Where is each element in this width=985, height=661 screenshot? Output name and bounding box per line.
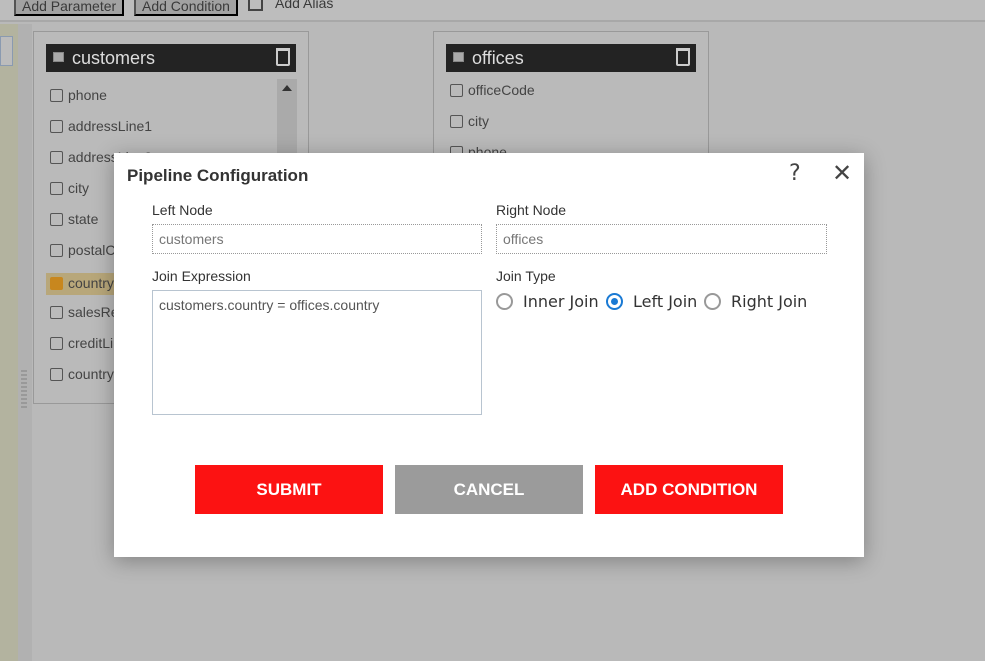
node-title: customers [72, 48, 156, 68]
submit-button[interactable]: SUBMIT [195, 465, 383, 514]
field-name: city [68, 180, 89, 196]
sidebar-collapse-tab[interactable] [0, 36, 13, 66]
radio-selected-icon[interactable] [606, 293, 623, 310]
checkbox-icon[interactable] [50, 213, 63, 226]
checkbox-icon[interactable] [450, 84, 463, 97]
join-expression-label: Join Expression [152, 268, 251, 284]
right-node-input[interactable] [496, 224, 827, 254]
checkbox-icon[interactable] [450, 115, 463, 128]
add-condition-button[interactable]: ADD CONDITION [595, 465, 783, 514]
node-header[interactable]: customers [46, 44, 296, 72]
splitter[interactable] [18, 24, 32, 661]
field-item[interactable]: addressLine1 [50, 118, 152, 134]
toolbar: Add Parameter Add Condition Add Alias [0, 0, 985, 22]
add-alias-label: Add Alias [275, 0, 334, 11]
trash-icon[interactable] [276, 48, 290, 66]
field-name: phone [68, 87, 107, 103]
checkbox-icon[interactable] [50, 337, 63, 350]
radio-icon[interactable] [704, 293, 721, 310]
node-header[interactable]: offices [446, 44, 696, 72]
left-node-input[interactable] [152, 224, 482, 254]
checkbox-icon[interactable] [50, 182, 63, 195]
table-icon [53, 52, 64, 62]
join-expression-input[interactable]: customers.country = offices.country [152, 290, 482, 415]
field-name: state [68, 211, 99, 227]
field-item[interactable]: country [50, 366, 114, 382]
add-parameter-button[interactable]: Add Parameter [14, 0, 125, 16]
right-node-label: Right Node [496, 202, 567, 218]
node-offices[interactable]: offices officeCode city phone [433, 31, 709, 171]
checkbox-icon[interactable] [50, 306, 63, 319]
field-item[interactable]: city [50, 180, 89, 196]
scroll-up-icon[interactable] [282, 85, 292, 91]
dialog-title: Pipeline Configuration [127, 166, 309, 185]
checkbox-icon[interactable] [50, 244, 63, 257]
checkbox-icon[interactable] [50, 89, 63, 102]
checkbox-icon[interactable] [50, 368, 63, 381]
radio-inner-join[interactable]: Inner Join [496, 292, 599, 311]
radio-right-join[interactable]: Right Join [704, 292, 807, 311]
field-item[interactable]: city [450, 113, 489, 129]
close-icon[interactable]: ✕ [832, 159, 852, 187]
table-icon [453, 52, 464, 62]
radio-icon[interactable] [496, 293, 513, 310]
field-name: addressLine1 [68, 118, 153, 134]
field-item[interactable]: phone [50, 87, 107, 103]
add-alias-checkbox[interactable] [248, 0, 263, 11]
join-type-label: Join Type [496, 268, 556, 284]
field-name: officeCode [468, 82, 535, 98]
checkbox-icon[interactable] [50, 151, 63, 164]
field-name: country [68, 275, 114, 291]
trash-icon[interactable] [676, 48, 690, 66]
add-condition-toolbar-button[interactable]: Add Condition [134, 0, 238, 16]
left-sidebar [0, 24, 18, 661]
field-item[interactable]: officeCode [450, 82, 535, 98]
field-name: country [68, 366, 114, 382]
grip-icon [21, 370, 27, 410]
pipeline-configuration-dialog: Pipeline Configuration ? ✕ Left Node Rig… [114, 153, 864, 557]
field-item[interactable]: state [50, 211, 98, 227]
node-title: offices [472, 48, 524, 68]
left-node-label: Left Node [152, 202, 213, 218]
cancel-button[interactable]: CANCEL [395, 465, 583, 514]
field-name: city [468, 113, 489, 129]
help-icon[interactable]: ? [789, 161, 801, 186]
checkbox-icon[interactable] [50, 120, 63, 133]
radio-left-join[interactable]: Left Join [606, 292, 697, 311]
checkbox-checked-icon[interactable] [50, 277, 63, 290]
